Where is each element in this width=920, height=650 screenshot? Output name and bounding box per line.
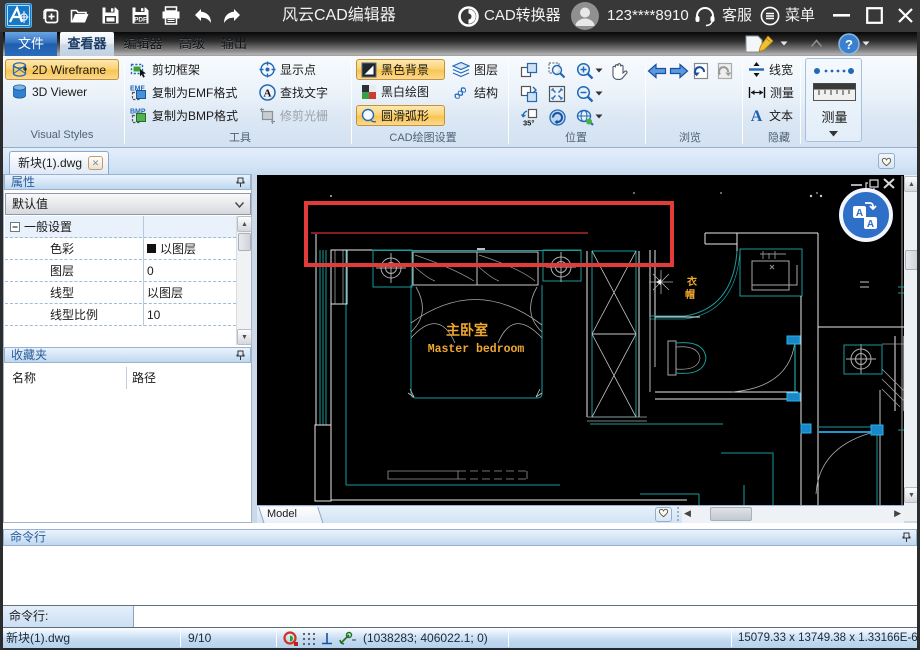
svg-text:35°: 35° — [523, 119, 534, 128]
svg-text:Master bedroom: Master bedroom — [428, 343, 525, 356]
svg-text:A: A — [751, 108, 763, 124]
svg-text:A: A — [867, 219, 874, 230]
svg-text:A: A — [264, 88, 272, 100]
svg-text:主卧室: 主卧室 — [446, 322, 488, 340]
svg-text:衣: 衣 — [687, 275, 697, 289]
svg-text:A: A — [856, 208, 863, 219]
svg-text:?: ? — [845, 37, 853, 52]
svg-text:帽: 帽 — [685, 288, 695, 302]
svg-text:PDF: PDF — [134, 17, 147, 24]
